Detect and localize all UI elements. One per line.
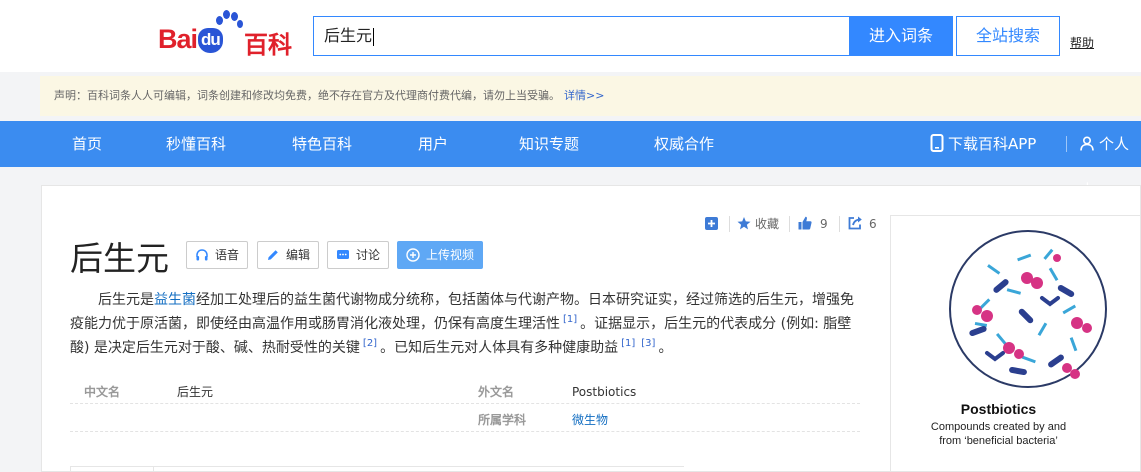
help-link[interactable]: 帮助 (1070, 34, 1094, 51)
nav-item-featured[interactable]: 特色百科 (292, 121, 352, 167)
album-caption-subtitle: Compounds created by and from ‘beneficial… (891, 420, 1106, 448)
plus-square-icon (705, 217, 718, 230)
basic-info-table: 中文名 后生元 外文名 Postbiotics 所属学科 微生物 (70, 380, 860, 432)
pencil-icon (266, 248, 280, 262)
baidu-baike-logo[interactable]: Bai du 百科 (158, 10, 298, 59)
album-caption-title: Postbiotics (960, 401, 1037, 417)
like-button[interactable]: 9 (798, 214, 828, 234)
upload-video-button[interactable]: 上传视频 (397, 241, 484, 269)
basic-info-label: 所属学科 (478, 413, 527, 427)
download-app-link[interactable]: 下载百科APP (930, 121, 1036, 167)
tool-divider (839, 216, 840, 232)
basic-info-value: 后生元 (177, 385, 214, 399)
download-app-label: 下载百科APP (948, 135, 1037, 153)
voice-label: 语音 (215, 248, 240, 262)
reference-link[interactable]: [3] (641, 338, 655, 349)
reference-link[interactable]: [1] (563, 314, 577, 325)
share-button[interactable]: 6 (848, 214, 877, 234)
nav-item-topics[interactable]: 知识专题 (519, 121, 579, 167)
album-caption-line: from ‘beneficial bacteria’ (939, 435, 1058, 447)
nav-item-cooperation[interactable]: 权威合作 (654, 121, 714, 167)
tool-divider (729, 216, 730, 232)
thumbs-up-icon (798, 216, 812, 230)
logo-text-du: du (198, 28, 223, 53)
top-header: Bai du 百科 后生元 进入词条 全站搜索 帮助 (0, 0, 1141, 72)
discuss-label: 讨论 (356, 248, 381, 262)
star-icon (737, 217, 751, 230)
nav-item-home[interactable]: 首页 (72, 121, 102, 167)
edit-button[interactable]: 编辑 (257, 241, 320, 269)
chat-icon (336, 248, 350, 262)
nav-divider (1066, 136, 1067, 152)
user-icon (1080, 136, 1094, 151)
collect-button[interactable]: 收藏 (737, 214, 779, 234)
tool-divider (789, 216, 790, 232)
album-caption-line: Compounds created by and (930, 421, 1067, 433)
headphones-icon (195, 248, 209, 262)
collect-label: 收藏 (755, 217, 780, 231)
entry-summary: 后生元是益生菌经加工处理后的益生菌代谢物成分统称，包括菌体与代谢产物。日本研究证… (70, 288, 860, 360)
probiotics-link[interactable]: 益生菌 (154, 292, 196, 308)
logo-text-baike: 百科 (244, 31, 292, 59)
main-nav: 首页 秒懂百科 特色百科 用户 知识专题 权威合作 下载百科APP 个人中 (0, 121, 1141, 199)
share-icon (848, 216, 862, 230)
upload-video-label: 上传视频 (426, 248, 475, 262)
notice-details-link[interactable]: 详情>> (564, 89, 604, 102)
share-count: 6 (869, 217, 877, 231)
summary-text: 后生元是 (98, 292, 154, 308)
search-input[interactable]: 后生元 (313, 16, 849, 56)
divider (154, 466, 684, 467)
text-caret (373, 27, 375, 46)
summary-text: 。 (658, 340, 673, 356)
add-button[interactable] (705, 214, 718, 234)
basic-info-label: 外文名 (478, 385, 515, 399)
voice-button[interactable]: 语音 (186, 241, 249, 269)
discuss-button[interactable]: 讨论 (327, 241, 390, 269)
bacteria-illustration (949, 230, 1107, 388)
edit-label: 编辑 (286, 248, 311, 262)
search-all-button[interactable]: 全站搜索 (956, 16, 1060, 56)
basic-info-label: 中文名 (84, 385, 121, 399)
nav-item-miaodong[interactable]: 秒懂百科 (166, 121, 226, 167)
enter-entry-button[interactable]: 进入词条 (849, 16, 953, 56)
nav-item-users[interactable]: 用户 (418, 121, 448, 167)
phone-icon (930, 134, 944, 152)
basic-info-value: Postbiotics (572, 385, 637, 399)
basic-info-row: 所属学科 微生物 (70, 408, 860, 432)
basic-info-row: 中文名 后生元 外文名 Postbiotics (70, 380, 860, 404)
reference-link[interactable]: [1] (621, 338, 635, 349)
personal-center-link[interactable]: 个人中 (1080, 121, 1141, 199)
notice-text: 声明：百科词条人人可编辑，词条创建和修改均免费，绝不存在官方及代理商付费代编，请… (54, 89, 560, 102)
like-count: 9 (820, 217, 828, 231)
logo-text-bai: Bai (158, 24, 198, 54)
catalog-tab[interactable] (70, 466, 154, 472)
plus-circle-icon (406, 248, 420, 262)
summary-text: 。已知后生元对人体具有多种健康助益 (380, 340, 619, 356)
reference-link[interactable]: [2] (363, 338, 377, 349)
subject-link[interactable]: 微生物 (572, 408, 608, 432)
search-input-value: 后生元 (324, 26, 373, 45)
disclaimer-notice: 声明：百科词条人人可编辑，词条创建和修改均免费，绝不存在官方及代理商付费代编，请… (40, 76, 1141, 116)
summary-album[interactable]: Postbiotics Compounds created by and from… (890, 215, 1141, 472)
entry-title: 后生元 (70, 239, 169, 278)
